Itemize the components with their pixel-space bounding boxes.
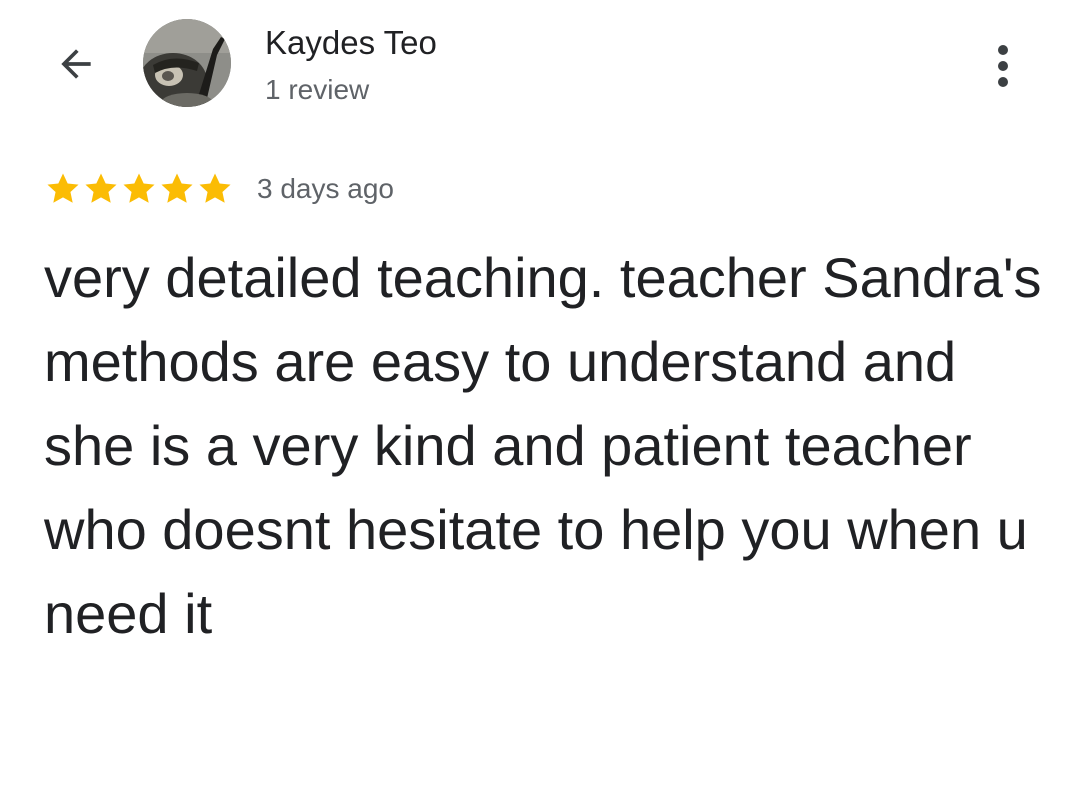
review-text: very detailed teaching. teacher Sandra's… — [44, 246, 1042, 645]
star-icon — [199, 173, 231, 203]
star-rating — [44, 170, 234, 208]
review-header: Kaydes Teo 1 review — [0, 0, 1080, 130]
arrow-back-icon — [61, 49, 91, 79]
star-icon — [47, 173, 79, 203]
star-icon — [123, 173, 155, 203]
review-count: 1 review — [265, 74, 370, 105]
review-timestamp: 3 days ago — [257, 173, 394, 204]
more-options-button[interactable] — [978, 38, 1028, 94]
star-icon — [161, 173, 193, 203]
more-vert-icon — [998, 45, 1008, 87]
avatar[interactable] — [143, 19, 231, 107]
rating-row: 3 days ago — [44, 169, 394, 209]
star-icon — [85, 173, 117, 203]
back-button[interactable] — [46, 36, 106, 92]
author-name[interactable]: Kaydes Teo — [265, 23, 437, 63]
avatar-photo — [143, 19, 231, 107]
